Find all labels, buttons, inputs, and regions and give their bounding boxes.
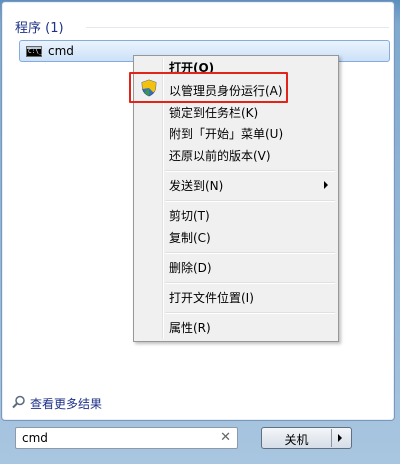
section-title-programs: 程序 (1) [15, 21, 64, 36]
shutdown-button[interactable]: 关机 [261, 427, 352, 449]
menu-separator [165, 282, 335, 284]
menu-separator [165, 170, 335, 172]
arrow-right-icon[interactable] [338, 434, 342, 442]
menu-item-properties[interactable]: 属性(R) [169, 319, 211, 336]
menu-separator [165, 252, 335, 254]
search-input[interactable]: cmd ✕ [15, 427, 238, 449]
menu-item-cut[interactable]: 剪切(T) [169, 207, 210, 224]
menu-item-restore-versions[interactable]: 还原以前的版本(V) [169, 147, 271, 164]
menu-item-copy[interactable]: 复制(C) [169, 229, 211, 246]
highlight-box [129, 72, 288, 103]
menu-item-send-to[interactable]: 发送到(N) [169, 177, 223, 194]
shutdown-divider [331, 429, 332, 447]
menu-separator [165, 312, 335, 314]
cmd-console-icon: C:\_ [26, 46, 43, 57]
shutdown-label: 关机 [284, 433, 309, 447]
section-divider [86, 27, 389, 28]
menu-item-delete[interactable]: 删除(D) [169, 259, 212, 276]
search-icon [12, 395, 25, 409]
menu-item-open-location[interactable]: 打开文件位置(I) [169, 289, 254, 306]
close-icon[interactable]: ✕ [220, 430, 231, 445]
menu-separator [165, 200, 335, 202]
submenu-arrow-icon [324, 181, 328, 189]
see-more-label: 查看更多结果 [30, 397, 103, 411]
menu-item-pin-taskbar[interactable]: 锁定到任务栏(K) [169, 104, 258, 121]
menu-item-pin-start[interactable]: 附到「开始」菜单(U) [169, 125, 283, 142]
result-item-label: cmd [48, 44, 74, 58]
search-input-value: cmd [22, 431, 48, 445]
